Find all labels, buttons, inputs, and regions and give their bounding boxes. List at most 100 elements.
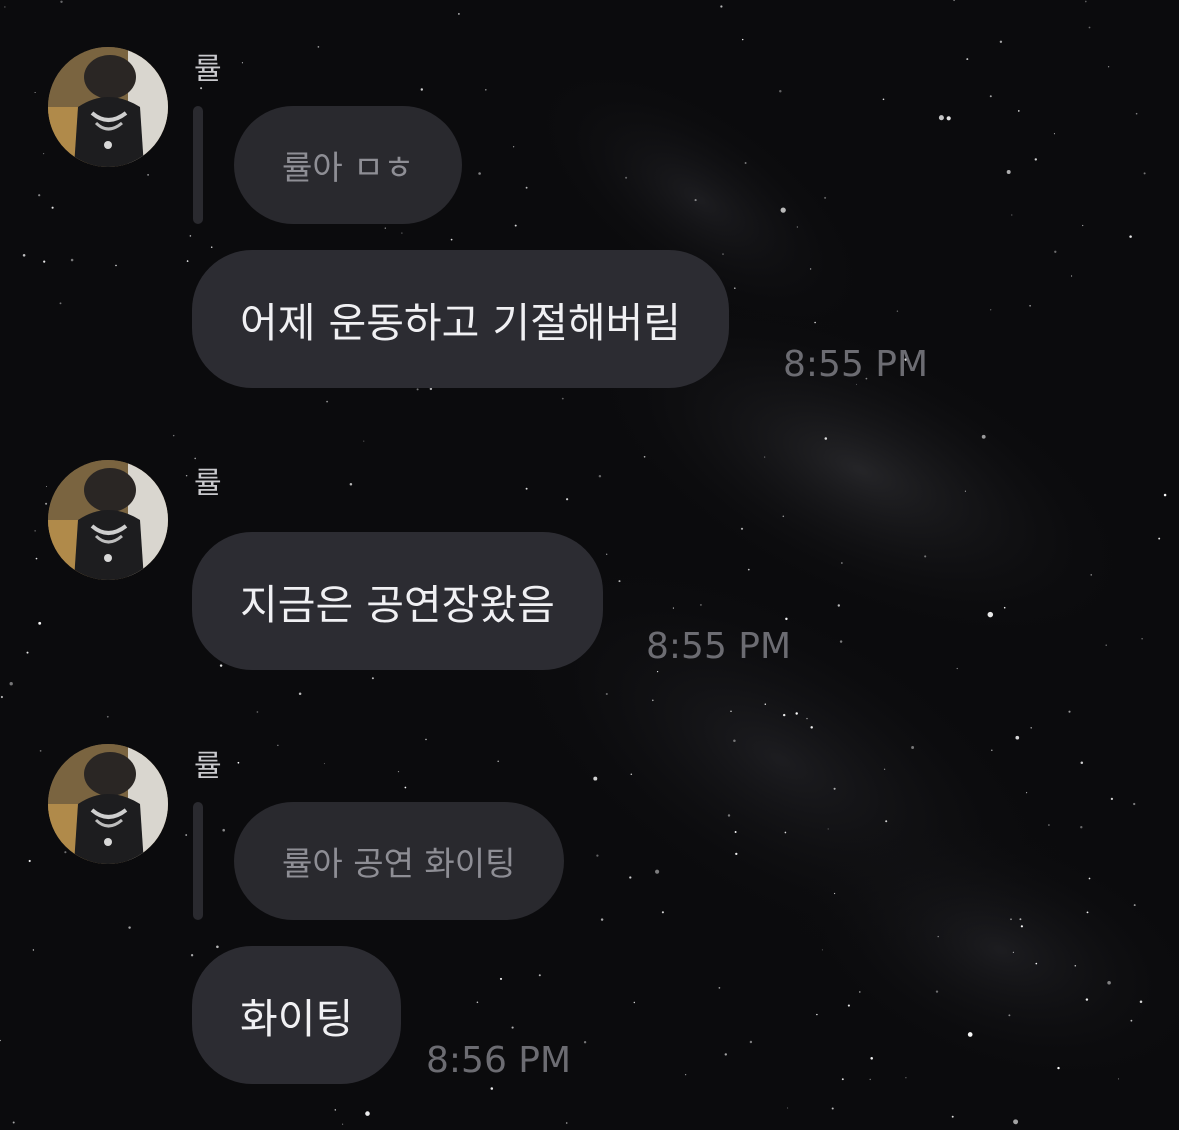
star: [334, 1109, 337, 1111]
star: [598, 474, 602, 478]
star: [511, 1026, 514, 1029]
star: [1011, 214, 1013, 216]
star: [277, 744, 279, 746]
star: [606, 553, 608, 555]
star: [222, 828, 225, 832]
star: [720, 5, 723, 8]
star: [210, 246, 213, 248]
star: [1163, 493, 1167, 497]
star: [824, 196, 827, 199]
star: [735, 852, 738, 856]
star: [882, 98, 885, 101]
star: [935, 990, 939, 993]
star: [1029, 304, 1031, 307]
star: [795, 712, 798, 715]
star: [1054, 250, 1057, 253]
star: [740, 527, 744, 530]
star: [724, 1053, 728, 1056]
message-bubble[interactable]: 어제 운동하고 기절해버림: [192, 250, 729, 388]
star: [1068, 710, 1071, 713]
star: [618, 580, 621, 583]
avatar[interactable]: [48, 744, 168, 864]
star: [1080, 826, 1083, 829]
star: [1133, 904, 1136, 907]
star: [499, 977, 503, 980]
star: [938, 115, 944, 121]
star: [718, 987, 721, 989]
star: [1013, 1119, 1019, 1125]
sender-name: 률: [194, 749, 222, 784]
star: [831, 1107, 834, 1110]
star: [147, 174, 149, 176]
star: [1030, 727, 1032, 729]
message-timestamp: 8:55 PM: [646, 626, 792, 667]
star: [1088, 877, 1091, 880]
star: [317, 46, 320, 48]
message-bubble[interactable]: 화이팅: [192, 946, 402, 1084]
star: [485, 89, 487, 91]
star: [827, 828, 829, 830]
star: [349, 482, 353, 486]
star: [727, 814, 731, 817]
star: [525, 487, 528, 490]
star: [742, 38, 744, 41]
star: [115, 264, 117, 267]
sender-name: 률: [194, 52, 222, 87]
reply-quote-bubble[interactable]: 률아 공연 화이팅: [234, 802, 564, 920]
star: [816, 1013, 818, 1016]
star: [1020, 925, 1024, 928]
star: [744, 162, 747, 164]
star: [490, 1087, 494, 1090]
star: [420, 88, 424, 91]
avatar[interactable]: [48, 460, 168, 580]
star: [730, 710, 732, 712]
star: [185, 834, 188, 836]
star: [1107, 66, 1110, 68]
star: [1074, 964, 1077, 967]
star: [1082, 224, 1084, 227]
star: [1135, 112, 1138, 115]
star: [43, 260, 46, 263]
star: [625, 176, 628, 179]
star: [699, 603, 702, 606]
star: [951, 1115, 954, 1118]
message-bubble[interactable]: 지금은 공연장왔음: [192, 532, 603, 670]
star: [991, 749, 993, 751]
message-timestamp: 8:56 PM: [426, 1040, 572, 1081]
star: [186, 260, 189, 262]
star: [425, 738, 427, 741]
star: [39, 750, 42, 752]
star: [51, 206, 54, 209]
star: [1012, 951, 1014, 953]
star: [525, 186, 528, 189]
star: [32, 949, 35, 951]
star: [323, 763, 325, 765]
star: [883, 768, 886, 770]
star: [4, 6, 6, 8]
star: [780, 207, 786, 213]
star: [981, 434, 986, 439]
star: [824, 437, 828, 440]
star: [256, 711, 259, 713]
star: [106, 715, 109, 718]
star: [565, 1122, 568, 1124]
star: [833, 787, 836, 790]
star: [655, 869, 660, 874]
reply-quote-bubble[interactable]: 률아 ㅁㅎ: [234, 106, 462, 224]
star: [593, 776, 598, 781]
star: [70, 258, 74, 262]
star: [185, 474, 188, 477]
star: [987, 611, 994, 618]
star: [172, 434, 175, 437]
star: [476, 1001, 479, 1004]
star: [1130, 1019, 1133, 1022]
star: [194, 457, 196, 460]
star: [1141, 638, 1143, 640]
star: [643, 455, 646, 458]
star: [450, 238, 453, 241]
star: [514, 224, 517, 227]
star: [1019, 918, 1022, 921]
avatar-photo: [48, 744, 168, 864]
star: [1105, 644, 1107, 646]
avatar[interactable]: [48, 47, 168, 167]
